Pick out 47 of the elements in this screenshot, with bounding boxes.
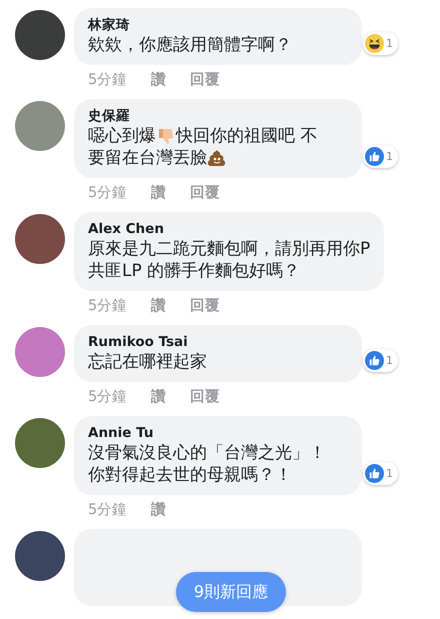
reaction-count: 1 <box>386 354 393 367</box>
timestamp: 5分鐘 <box>88 184 128 202</box>
comment-text: 你對得起去世的母親嗎？！ <box>88 464 292 486</box>
avatar-photo[interactable] <box>15 418 65 468</box>
comment-text: 要留在台灣丟臉 <box>88 147 207 169</box>
like-link[interactable]: 讚 <box>151 184 166 202</box>
timestamp: 5分鐘 <box>88 501 128 519</box>
comment-text: 忘記在哪裡起家 <box>88 351 207 373</box>
timestamp: 5分鐘 <box>88 71 128 89</box>
author-name[interactable]: 史保羅 <box>88 107 348 125</box>
comment-text: 欸欸，你應該用簡體字啊？ <box>88 34 292 56</box>
reaction-badge[interactable]: 1 <box>363 462 398 485</box>
author-name[interactable]: Rumikoo Tsai <box>88 333 348 351</box>
reply-link[interactable]: 回覆 <box>190 71 220 89</box>
new-replies-button[interactable]: 9則新回應 <box>176 572 286 612</box>
reaction-badge[interactable]: 1 <box>363 145 398 168</box>
reply-link[interactable]: 回覆 <box>190 388 220 406</box>
reply-link[interactable]: 回覆 <box>190 184 220 202</box>
reply-link[interactable]: 回覆 <box>190 297 220 315</box>
avatar-photo[interactable] <box>15 531 65 581</box>
author-name[interactable]: Annie Tu <box>88 424 348 442</box>
like-link[interactable]: 讚 <box>151 388 166 406</box>
poop-icon <box>207 148 227 168</box>
laughing-emoji-icon <box>365 34 384 53</box>
like-icon <box>365 351 384 370</box>
reaction-count: 1 <box>386 37 393 50</box>
comment-text: 噁心到爆 <box>88 125 156 147</box>
comment-text: 沒骨氣沒良心的「台灣之光」！ <box>88 442 326 464</box>
reaction-badge[interactable]: 1 <box>363 32 398 55</box>
comment-text: 快回你的祖國吧 不 <box>176 125 318 147</box>
like-link[interactable]: 讚 <box>151 71 166 89</box>
avatar-photo[interactable] <box>15 214 65 264</box>
reaction-badge[interactable]: 1 <box>363 349 398 372</box>
like-icon <box>365 464 384 483</box>
reaction-count: 1 <box>386 150 393 163</box>
reaction-count: 1 <box>386 467 393 480</box>
author-name[interactable]: Alex Chen <box>88 220 370 238</box>
thumbs-down-icon <box>156 126 176 146</box>
timestamp: 5分鐘 <box>88 297 128 315</box>
avatar-photo[interactable] <box>15 10 65 60</box>
timestamp: 5分鐘 <box>88 388 128 406</box>
comment-text: 原來是九二跪元麵包啊，請別再用你P <box>88 238 370 260</box>
like-link[interactable]: 讚 <box>151 297 166 315</box>
comment-text: 共匪LP 的髒手作麵包好嗎？ <box>88 260 300 282</box>
like-link[interactable]: 讚 <box>151 501 166 519</box>
author-name[interactable]: 林家琦 <box>88 16 348 34</box>
like-icon <box>365 147 384 166</box>
